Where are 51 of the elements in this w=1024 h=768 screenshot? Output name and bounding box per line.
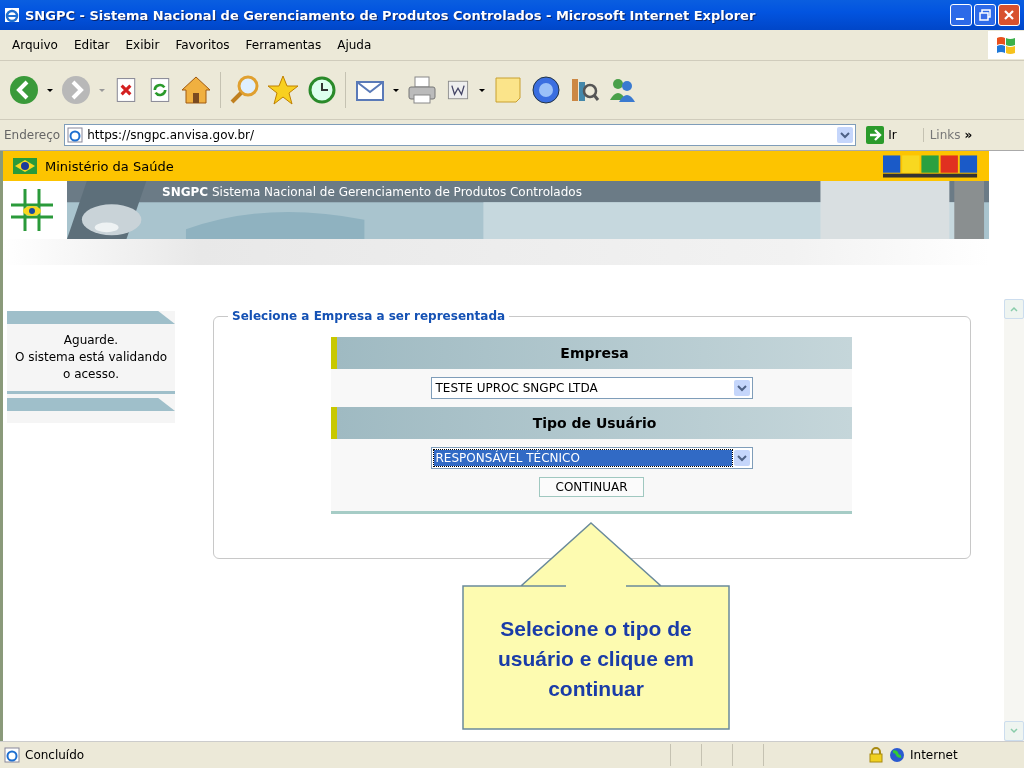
caret-icon[interactable] — [478, 86, 486, 94]
status-message: Aguarde. O sistema está validando o acesso. — [13, 332, 169, 383]
ministry-name: Ministério da Saúde — [45, 158, 174, 174]
home-icon[interactable] — [180, 74, 212, 106]
callout-text: Selecione o tipo de usuário e clique em continuar — [496, 616, 696, 702]
caret-icon[interactable] — [392, 86, 400, 94]
menu-item[interactable]: Arquivo — [4, 38, 66, 52]
select-value: TESTE UPROC SNGPC LTDA — [434, 380, 599, 396]
links-label[interactable]: Links — [922, 128, 961, 142]
more-chevron[interactable]: » — [964, 128, 973, 142]
section-header: Empresa — [331, 337, 852, 369]
zone-label: Internet — [910, 748, 959, 762]
close-button[interactable] — [998, 4, 1020, 26]
menu-item[interactable]: Ajuda — [329, 38, 380, 52]
browser-icon — [4, 7, 20, 23]
minimize-button[interactable] — [950, 4, 972, 26]
menu-item[interactable]: Favoritos — [167, 38, 238, 52]
restore-icon — [979, 9, 991, 21]
select-field[interactable]: TESTE UPROC SNGPC LTDA — [430, 377, 753, 399]
dropdown-icon[interactable] — [733, 450, 750, 466]
minimize-icon — [955, 18, 964, 20]
select-field[interactable]: RESPONSÁVEL TÉCNICO — [430, 447, 753, 469]
back-icon[interactable] — [8, 74, 40, 106]
address-label: Endereço — [4, 128, 61, 142]
menu-item[interactable]: Editar — [65, 38, 118, 52]
page-icon — [4, 747, 20, 763]
globe-icon[interactable] — [530, 74, 562, 106]
search-icon[interactable] — [229, 74, 261, 106]
select-value: RESPONSÁVEL TÉCNICO — [433, 450, 732, 466]
window-title: SNGPC - Sistema Nacional de Gerenciamento de Produtos Controlados - Microsoft Internet Explorer — [25, 7, 757, 23]
address-field[interactable]: https://sngpc.anvisa.gov.br/ — [64, 124, 857, 146]
star-icon[interactable] — [267, 74, 299, 106]
dropdown-icon[interactable] — [733, 380, 750, 396]
globe-icon — [889, 747, 905, 763]
section-header: Tipo de Usuário — [331, 407, 852, 439]
close-icon — [1003, 9, 1015, 21]
windows-logo-icon — [988, 31, 1024, 59]
status-text: Concluído — [25, 748, 86, 762]
printer-icon[interactable] — [406, 74, 438, 106]
continue-button[interactable]: CONTINUAR — [538, 477, 645, 497]
banner-title: SNGPC Sistema Nacional de Gerenciamento de Produtos Controlados — [162, 185, 582, 199]
menu-item[interactable]: Ferramentas — [237, 38, 330, 52]
dropdown-icon[interactable] — [837, 127, 854, 143]
maximize-button[interactable] — [974, 4, 996, 26]
lock-icon — [868, 747, 884, 763]
form-legend: Selecione a Empresa a ser representada — [228, 309, 510, 323]
menu-item[interactable]: Exibir — [117, 38, 168, 52]
go-button[interactable]: Ir — [860, 126, 903, 144]
flag-icon — [13, 158, 37, 174]
page-icon — [67, 127, 84, 143]
caret-icon[interactable] — [46, 86, 54, 94]
